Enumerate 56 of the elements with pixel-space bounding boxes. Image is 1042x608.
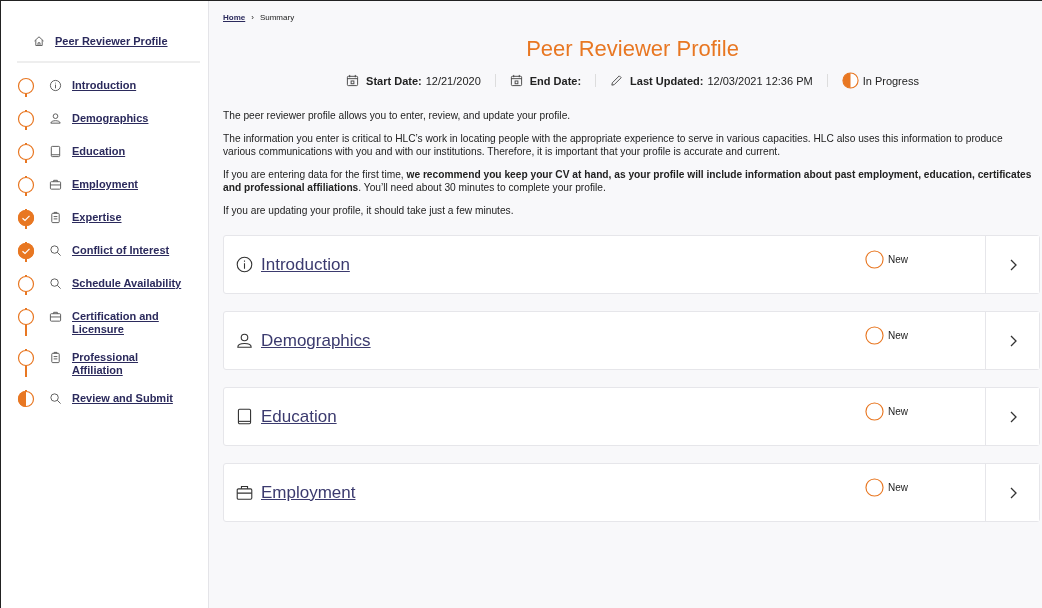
step-link[interactable]: Conflict of Interest [72,242,170,257]
intro-paragraph: If you are updating your profile, it should take just a few minutes. [223,204,515,217]
book-icon [236,408,253,425]
end-date-label: End Date: [529,74,582,87]
book-icon [49,145,62,158]
search-icon [49,244,62,257]
step-link[interactable]: Introduction [72,77,137,92]
briefcase-icon [49,178,62,191]
profile-status: In Progress [862,74,919,87]
section-status: New [888,406,908,417]
section-status: New [888,330,908,341]
briefcase-icon [49,310,62,323]
section-link[interactable]: Introduction [261,254,350,275]
page-title: Peer Reviewer Profile [525,36,740,62]
section-link[interactable]: Education [261,406,337,427]
breadcrumb-home-link[interactable]: Home [223,13,246,22]
pencil-icon [610,74,624,87]
profile-home-link[interactable]: Peer Reviewer Profile [55,35,168,47]
open-section-button[interactable] [985,236,1039,293]
section-status: New [888,482,908,493]
last-updated-label: Last Updated: [630,74,704,87]
open-section-button[interactable] [985,312,1039,369]
breadcrumb-current: Summary [259,13,295,22]
intro-paragraph: If you are entering data for the first time, we recommend you keep your CV at hand, as your profile will include information about past employment, education, certificates and professional affiliations. You’ll need about 30 minutes to complete your profile. [223,168,1033,194]
info-icon [49,79,62,92]
step-link[interactable]: Schedule Availability [72,275,182,290]
briefcase-icon [236,484,253,501]
open-section-button[interactable] [985,388,1039,445]
breadcrumb-separator: › [251,13,254,22]
intro-paragraph: The information you enter is critical to HLC’s work in locating people with the appropriate experience to serve in various capacities. HLC also uses this information to produce various communications with you and with our institutions. Therefore, it is important that your profile is accurate and current. [223,132,1004,158]
person-icon [236,332,253,349]
step-link[interactable]: Employment [72,176,138,191]
info-icon [236,256,253,273]
section-link[interactable]: Employment [261,482,356,503]
last-updated-value: 12/03/2021 12:36 PM [707,74,813,87]
home-icon [33,35,45,47]
calendar-icon [509,74,523,87]
start-date-value: 12/21/2020 [425,74,481,87]
open-section-button[interactable] [985,464,1039,521]
start-date-label: Start Date: [366,74,422,87]
intro-paragraph: The peer reviewer profile allows you to enter, review, and update your profile. [223,109,572,122]
person-icon [49,112,62,125]
clipboard-icon [49,211,62,224]
section-status: New [888,254,908,265]
calendar-icon [346,74,360,87]
step-link[interactable]: Certification and Licensure [72,308,184,336]
step-link[interactable]: Demographics [72,110,149,125]
step-link[interactable]: Expertise [72,209,122,224]
search-icon [49,277,62,290]
step-link[interactable]: Professional Affiliation [72,349,184,377]
half-filled-status-icon [841,72,859,89]
search-icon [49,392,62,405]
step-link[interactable]: Review and Submit [72,390,173,405]
section-link[interactable]: Demographics [261,330,371,351]
clipboard-icon [49,351,62,364]
step-link[interactable]: Education [72,143,126,158]
